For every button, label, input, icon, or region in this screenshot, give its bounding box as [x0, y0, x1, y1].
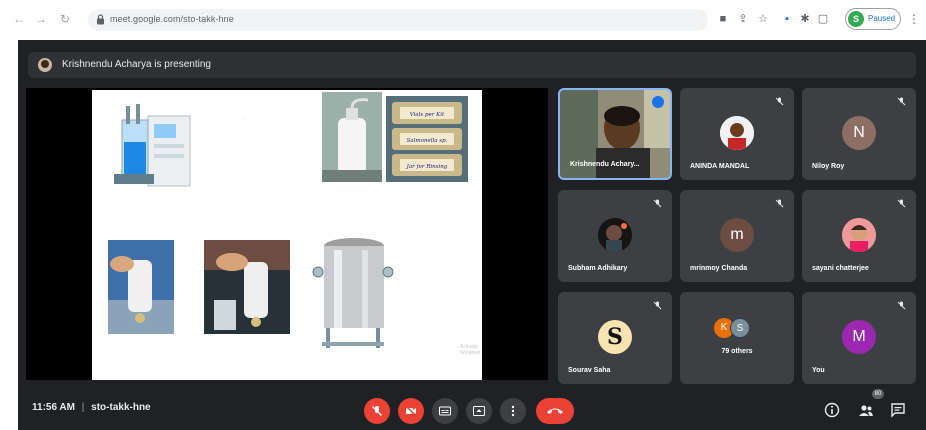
- avatar: [842, 218, 876, 252]
- participant-name: Subham Adhikary: [568, 265, 628, 272]
- jar-label-3: Jar for Rinsing: [406, 164, 448, 170]
- bioreactor-photo: [104, 100, 194, 192]
- meeting-time: 11:56 AM: [32, 402, 75, 413]
- reading-list-icon[interactable]: ▢: [816, 12, 830, 26]
- browser-toolbar: ← → ↻ meet.google.com/sto-takk-hne ■ ⇪ ☆…: [0, 0, 926, 40]
- camera-indicator-icon[interactable]: ■: [716, 12, 730, 26]
- avatar: m: [720, 218, 754, 252]
- forward-icon[interactable]: →: [34, 12, 48, 26]
- hang-up-icon: [547, 408, 563, 414]
- captions-icon: [439, 406, 451, 416]
- people-icon[interactable]: [858, 402, 874, 418]
- mic-off-icon: [775, 199, 784, 208]
- separator: |: [81, 402, 85, 413]
- avatar: [598, 218, 632, 252]
- participant-tile-niloy[interactable]: N Niloy Roy: [802, 88, 916, 180]
- jar-label-2: Salmonella sp.: [407, 138, 448, 144]
- mic-off-icon: [372, 406, 382, 416]
- participant-name: ANINDA MANDAL: [690, 163, 750, 170]
- info-icon[interactable]: [824, 402, 840, 418]
- bottle-in-hand-photo-2: [204, 240, 290, 334]
- camera-off-icon: [405, 405, 417, 417]
- reload-icon[interactable]: ↻: [58, 12, 72, 26]
- camera-toggle-button[interactable]: [398, 398, 424, 424]
- more-options-button[interactable]: [500, 398, 526, 424]
- participant-tile-aninda[interactable]: ANINDA MANDAL: [680, 88, 794, 180]
- mic-off-icon: [775, 97, 784, 106]
- participant-name: Sourav Saha: [568, 367, 611, 374]
- mic-off-icon: [897, 97, 906, 106]
- mic-off-icon: [897, 301, 906, 310]
- presenting-banner: Krishnendu Acharya is presenting: [28, 52, 916, 78]
- url-text: meet.google.com/sto-takk-hne: [110, 14, 234, 24]
- participant-name: Niloy Roy: [812, 163, 845, 170]
- wash-bottle-photo: [322, 92, 382, 182]
- participant-tile-others[interactable]: K S 79 others: [680, 292, 794, 384]
- mic-off-icon: [653, 199, 662, 208]
- profile-button[interactable]: S Paused: [845, 8, 901, 30]
- bottle-in-hand-photo-1: [108, 240, 174, 334]
- mic-off-icon: [653, 301, 662, 310]
- participant-count-badge: 80: [872, 389, 884, 399]
- puzzle-icon[interactable]: ✱: [798, 12, 812, 26]
- bookmark-star-icon[interactable]: ☆: [756, 12, 770, 26]
- lock-icon: [97, 14, 104, 25]
- others-avatar-2: S: [730, 318, 750, 338]
- present-button[interactable]: [466, 398, 492, 424]
- present-screen-icon: [473, 406, 485, 416]
- leave-call-button[interactable]: [536, 398, 574, 424]
- participant-tile-you[interactable]: M You: [802, 292, 916, 384]
- avatar: M: [842, 320, 876, 354]
- meet-window: Krishnendu Acharya is presenting · Vials…: [18, 40, 926, 430]
- pin-icon[interactable]: [652, 96, 664, 108]
- presenter-avatar: [38, 58, 52, 72]
- participant-tile-sourav[interactable]: S Sourav Saha: [558, 292, 672, 384]
- participant-name: mrinmoy Chanda: [690, 265, 748, 272]
- participant-name: Krishnendu Achary...: [570, 161, 640, 168]
- labelled-jars-photo: Vials per Kit Salmonella sp. Jar for Rin…: [386, 96, 468, 182]
- participant-tile-sayani[interactable]: sayani chatterjee: [802, 190, 916, 282]
- back-icon[interactable]: ←: [12, 12, 26, 26]
- participant-tile-mrinmoy[interactable]: m mrinmoy Chanda: [680, 190, 794, 282]
- participant-tile-presenter[interactable]: Krishnendu Achary...: [558, 88, 672, 180]
- mic-off-icon: [897, 199, 906, 208]
- avatar: S: [598, 320, 632, 354]
- autoclave-photo: [312, 232, 394, 352]
- address-bar[interactable]: meet.google.com/sto-takk-hne: [88, 9, 708, 31]
- profile-status: Paused: [868, 14, 896, 23]
- participant-name: sayani chatterjee: [812, 265, 869, 272]
- extension-icon[interactable]: ▪: [780, 12, 794, 26]
- chat-icon[interactable]: [890, 402, 906, 418]
- meeting-details: 11:56 AM | sto-takk-hne: [32, 402, 151, 413]
- shared-slide: · Vials per Kit Salmonella sp. Jar for R…: [92, 90, 482, 380]
- profile-avatar: S: [848, 11, 864, 27]
- meeting-code: sto-takk-hne: [91, 402, 151, 413]
- captions-button[interactable]: [432, 398, 458, 424]
- others-count: 79 others: [721, 348, 753, 355]
- avatar: N: [842, 116, 876, 150]
- presenting-text: Krishnendu Acharya is presenting: [62, 59, 211, 70]
- participant-name: You: [812, 367, 825, 374]
- more-vert-icon: [511, 405, 515, 417]
- slide-watermark: Activate Windows: [460, 344, 481, 356]
- avatar: [720, 116, 754, 150]
- jar-label-1: Vials per Kit: [410, 112, 445, 118]
- browser-menu-icon[interactable]: ⋮: [908, 12, 920, 26]
- participant-tile-subham[interactable]: Subham Adhikary: [558, 190, 672, 282]
- presentation-stage[interactable]: · Vials per Kit Salmonella sp. Jar for R…: [26, 88, 548, 380]
- mic-toggle-button[interactable]: [364, 398, 390, 424]
- slide-dot: ·: [242, 116, 244, 122]
- share-icon[interactable]: ⇪: [736, 12, 750, 26]
